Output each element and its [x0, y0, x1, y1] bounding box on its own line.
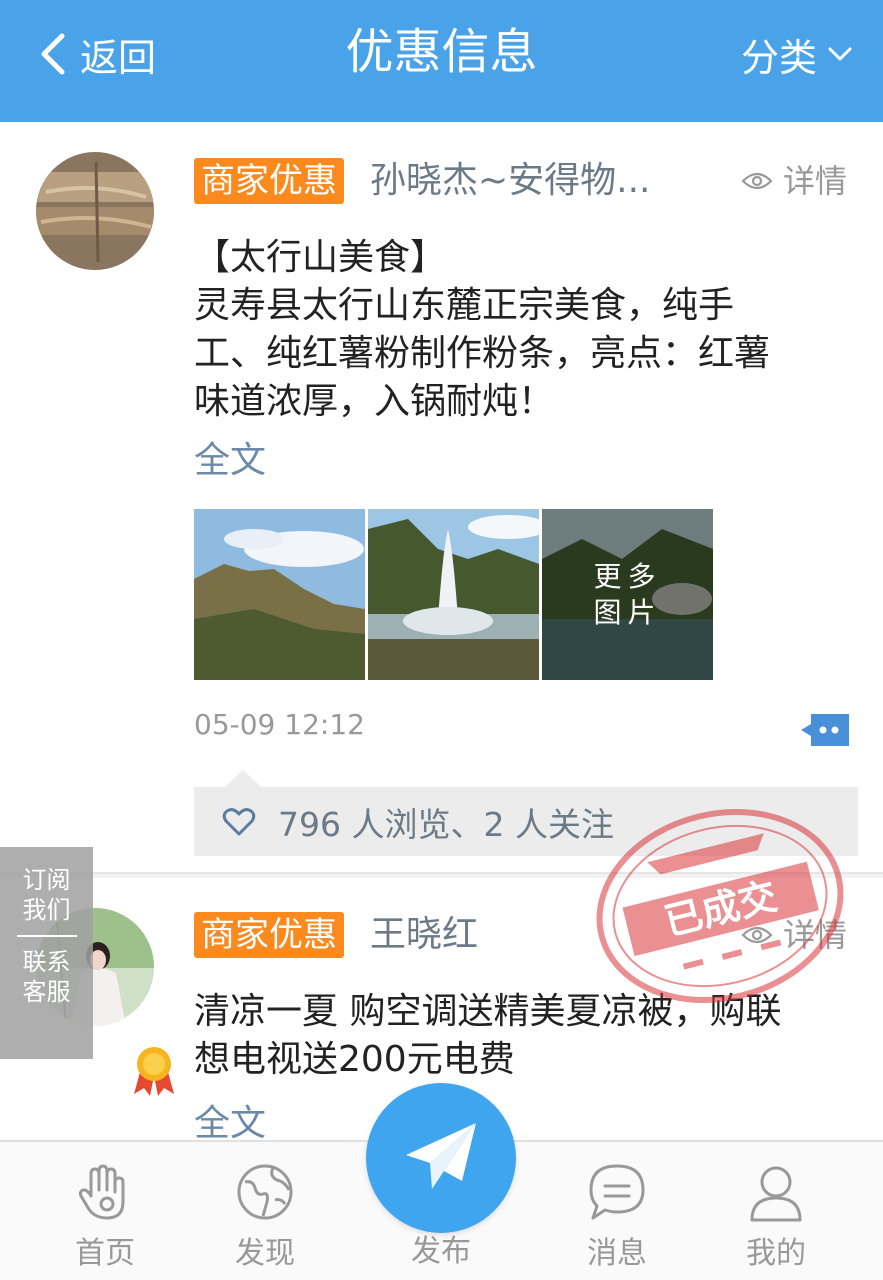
contact-label: 客服 — [22, 978, 71, 1006]
medal-badge-icon — [132, 1044, 176, 1096]
contact-service-button[interactable]: 联系 客服 — [0, 947, 93, 1007]
person-icon — [750, 1166, 802, 1222]
eye-icon — [741, 172, 773, 190]
post-timestamp: 05-09 12:12 — [194, 708, 365, 741]
more-photos-text: 更多 — [593, 559, 662, 593]
contact-label: 联系 — [22, 948, 71, 976]
category-dropdown[interactable]: 分类 — [741, 26, 853, 82]
globe-icon — [237, 1164, 293, 1220]
merchant-deal-tag: 商家优惠 — [194, 912, 344, 958]
panel-divider — [16, 935, 77, 937]
author-name[interactable]: 孙晓杰~安得物... — [370, 158, 651, 204]
category-label: 分类 — [740, 35, 817, 80]
tab-profile[interactable]: 我的 — [716, 1160, 836, 1272]
subscribe-label: 订阅 — [22, 866, 71, 894]
chat-bubble-icon — [589, 1164, 645, 1220]
tab-messages[interactable]: 消息 — [557, 1160, 677, 1272]
avatar[interactable] — [36, 152, 154, 270]
merchant-deal-tag: 商家优惠 — [194, 158, 344, 204]
top-nav-bar: 返回 优惠信息 分类 — [0, 0, 883, 122]
post-card: 商家优惠 孙晓杰~安得物... 详情 【太行山美食】 灵寿县太行山东麓正宗美食，… — [0, 122, 883, 874]
publish-button[interactable] — [366, 1083, 516, 1233]
detail-label: 详情 — [782, 162, 847, 200]
stats-text: 796 人浏览、2 人关注 — [278, 804, 614, 844]
more-photos-text: 图片 — [593, 595, 662, 629]
stats-pointer — [225, 770, 261, 787]
content-line: 想电视送200元电费 — [194, 1039, 515, 1080]
tab-label: 首页 — [75, 1236, 135, 1271]
more-photos-overlay: 更多 图片 — [542, 509, 713, 680]
content-line: 【太行山美食】 — [194, 237, 447, 278]
post-content: 【太行山美食】 灵寿县太行山东麓正宗美食，纯手 工、纯红薯粉制作粉条，亮点：红薯… — [194, 234, 844, 426]
tab-label: 消息 — [587, 1236, 647, 1271]
tab-home[interactable]: 首页 — [45, 1160, 165, 1272]
full-text-link[interactable]: 全文 — [194, 437, 266, 485]
content-line: 灵寿县太行山东麓正宗美食，纯手 — [194, 285, 735, 326]
tab-label: 我的 — [746, 1236, 806, 1271]
author-name[interactable]: 王晓红 — [370, 912, 478, 958]
content-line: 味道浓厚，入锅耐炖！ — [194, 381, 555, 422]
photo-grid: 更多 图片 — [194, 509, 714, 680]
tab-label-publish[interactable]: 发布 — [381, 1226, 501, 1270]
comment-dots-icon — [801, 714, 849, 746]
chevron-down-icon — [828, 47, 852, 61]
subscribe-label: 我们 — [22, 896, 71, 924]
tab-label: 发现 — [235, 1236, 295, 1271]
comment-button[interactable] — [799, 710, 851, 750]
subscribe-contact-panel: 订阅 我们 联系 客服 — [0, 847, 93, 1059]
paper-plane-icon — [406, 1123, 476, 1189]
subscribe-button[interactable]: 订阅 我们 — [0, 865, 93, 925]
heart-icon[interactable] — [222, 807, 256, 837]
photo-thumbnail[interactable] — [368, 509, 539, 680]
content-line: 工、纯红薯粉制作粉条，亮点：红薯 — [194, 333, 771, 374]
tab-discover[interactable]: 发现 — [205, 1160, 325, 1272]
palm-hand-icon — [78, 1164, 125, 1220]
detail-link[interactable]: 详情 — [741, 158, 847, 204]
full-text-link[interactable]: 全文 — [194, 1100, 266, 1140]
photo-thumbnail[interactable] — [194, 509, 365, 680]
more-photos-button[interactable]: 更多 图片 — [542, 509, 713, 680]
